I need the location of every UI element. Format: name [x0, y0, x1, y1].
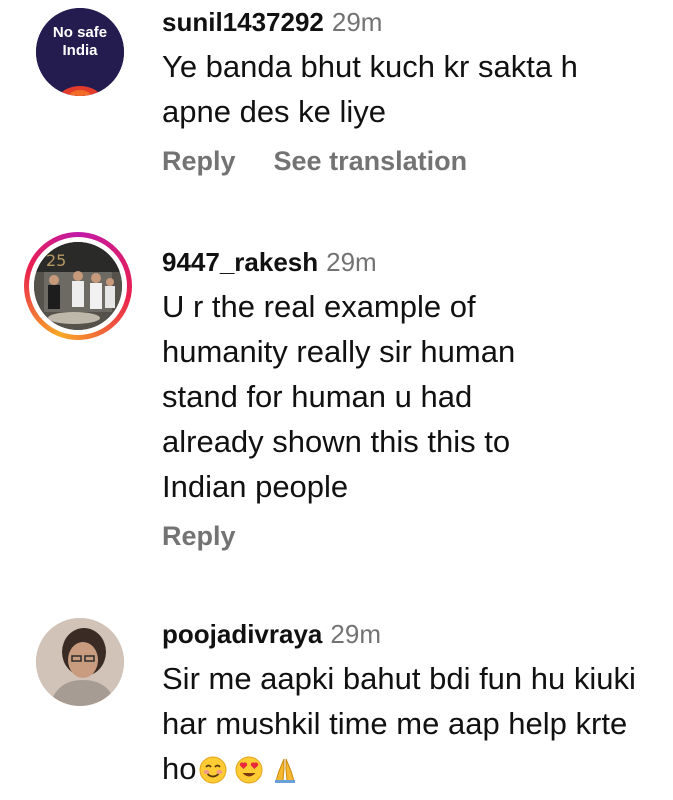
folded-hands-icon [270, 752, 300, 797]
comment-text-content: Sir me aapki bahut bdi fun hu kiuki har … [162, 661, 636, 786]
avatar-image [36, 618, 124, 706]
comment-timestamp: 29m [326, 247, 377, 277]
comment-text: Ye banda bhut kuch kr sakta h apne des k… [162, 49, 578, 129]
comment-timestamp: 29m [331, 7, 383, 37]
avatar-image: 25 [34, 242, 122, 330]
avatar[interactable] [36, 618, 124, 706]
comment-timestamp: 29m [330, 619, 381, 649]
avatar-story-ring[interactable]: 25 [24, 232, 132, 340]
comment-text: Sir me aapki bahut bdi fun hu kiuki har … [162, 656, 642, 797]
reply-button[interactable]: Reply [162, 146, 236, 177]
reply-button[interactable]: Reply [162, 521, 236, 552]
avatar-text-line: India [62, 42, 98, 59]
comment-username[interactable]: 9447_rakesh [162, 247, 318, 277]
avatar-text-line: No safe [52, 24, 108, 41]
svg-text:25: 25 [46, 251, 66, 270]
see-translation-button[interactable]: See translation [274, 146, 468, 177]
profile-picture [36, 618, 124, 706]
smiling-face-icon [198, 752, 228, 797]
heart-eyes-icon [234, 752, 264, 797]
profile-picture: 25 [34, 242, 122, 330]
comment-username[interactable]: sunil1437292 [162, 7, 324, 37]
comment-username[interactable]: poojadivraya [162, 619, 322, 649]
profile-picture: No safe India [36, 8, 124, 96]
comment-text: U r the real example of humanity really … [162, 289, 516, 504]
avatar[interactable]: No safe India [36, 8, 124, 96]
